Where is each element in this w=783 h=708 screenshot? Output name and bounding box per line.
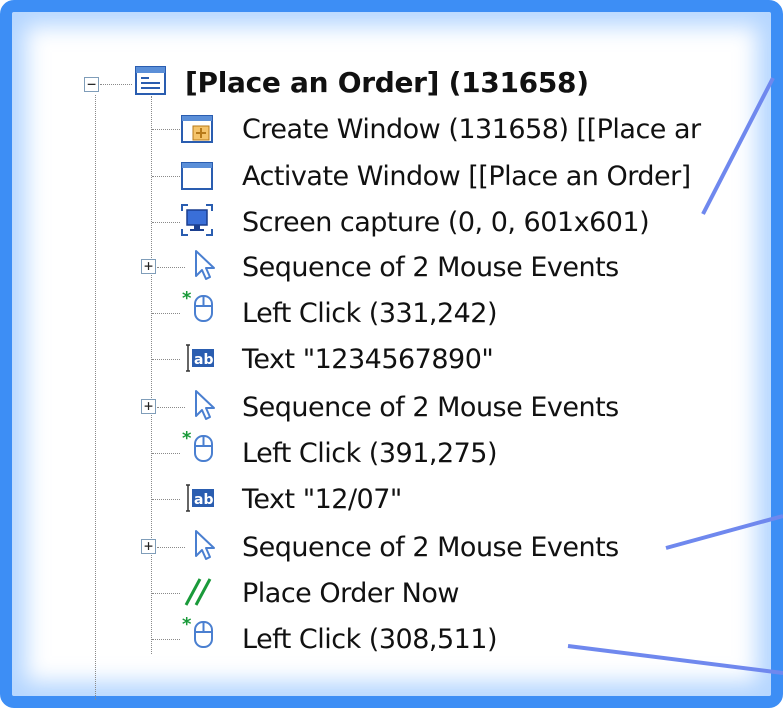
callout-line-sequence	[665, 514, 783, 550]
callout-line-screen-capture	[701, 77, 775, 215]
callout-line-left-click	[567, 644, 783, 675]
callout-lines	[567, 77, 783, 675]
